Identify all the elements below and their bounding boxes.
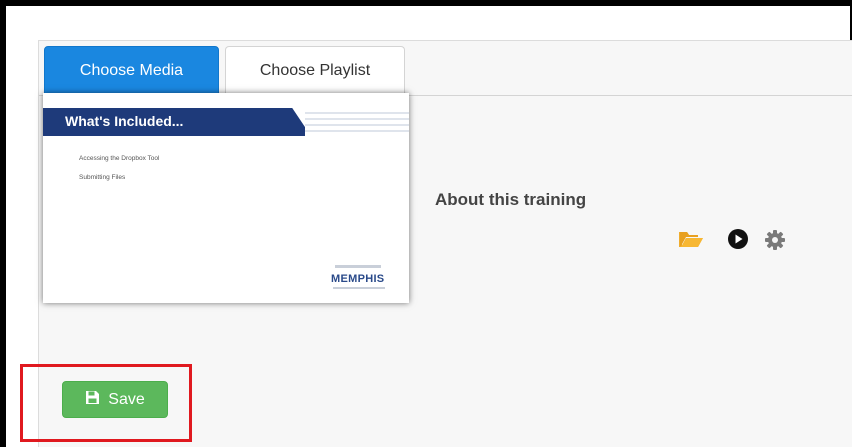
folder-open-icon[interactable] [678, 229, 704, 254]
tab-choose-media[interactable]: Choose Media [44, 46, 219, 95]
media-thumbnail[interactable]: What's Included... Accessing the Dropbox… [43, 93, 409, 303]
floppy-disk-icon [85, 390, 100, 410]
logo-subcaption-line [333, 287, 385, 289]
gear-icon[interactable] [765, 230, 785, 255]
tab-choose-playlist[interactable]: Choose Playlist [225, 46, 405, 96]
memphis-logo: MEMPHIS [331, 273, 385, 285]
logo-caption-line [335, 265, 381, 268]
tab-bar: Choose Media Choose Playlist [39, 41, 852, 96]
thumbnail-banner-lines [305, 108, 409, 136]
play-circle-icon[interactable] [727, 228, 749, 255]
thumbnail-item: Accessing the Dropbox Tool [79, 155, 160, 162]
thumbnail-heading: What's Included... [65, 113, 184, 129]
thumbnail-item: Submitting Files [79, 174, 126, 181]
save-button[interactable]: Save [62, 381, 168, 418]
save-button-label: Save [108, 390, 145, 408]
media-title: About this training [435, 190, 587, 209]
